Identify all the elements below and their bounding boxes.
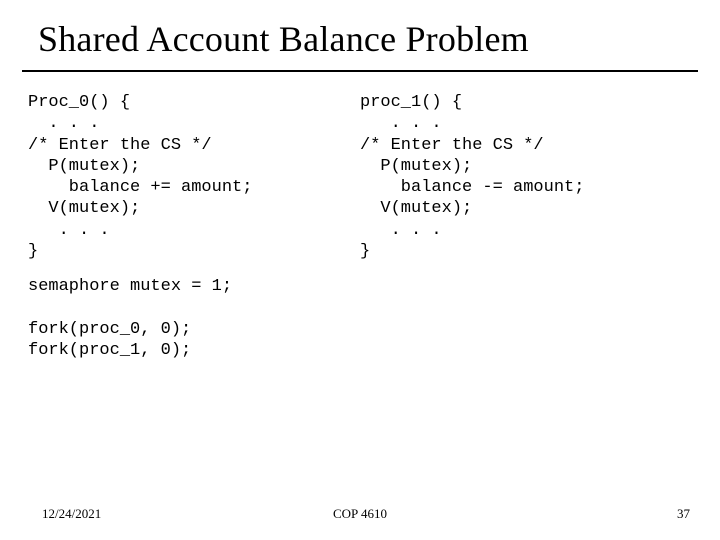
footer: 12/24/2021 COP 4610 37 [0, 506, 720, 522]
footer-page: 37 [677, 506, 690, 522]
footer-course: COP 4610 [333, 506, 387, 522]
below-code: semaphore mutex = 1; fork(proc_0, 0); fo… [0, 262, 720, 361]
proc1-code: proc_1() { . . . /* Enter the CS */ P(mu… [360, 92, 692, 262]
slide: Shared Account Balance Problem Proc_0() … [0, 0, 720, 540]
proc0-code: Proc_0() { . . . /* Enter the CS */ P(mu… [28, 92, 360, 262]
slide-title: Shared Account Balance Problem [0, 0, 720, 66]
code-columns: Proc_0() { . . . /* Enter the CS */ P(mu… [0, 72, 720, 262]
footer-date: 12/24/2021 [42, 506, 101, 522]
